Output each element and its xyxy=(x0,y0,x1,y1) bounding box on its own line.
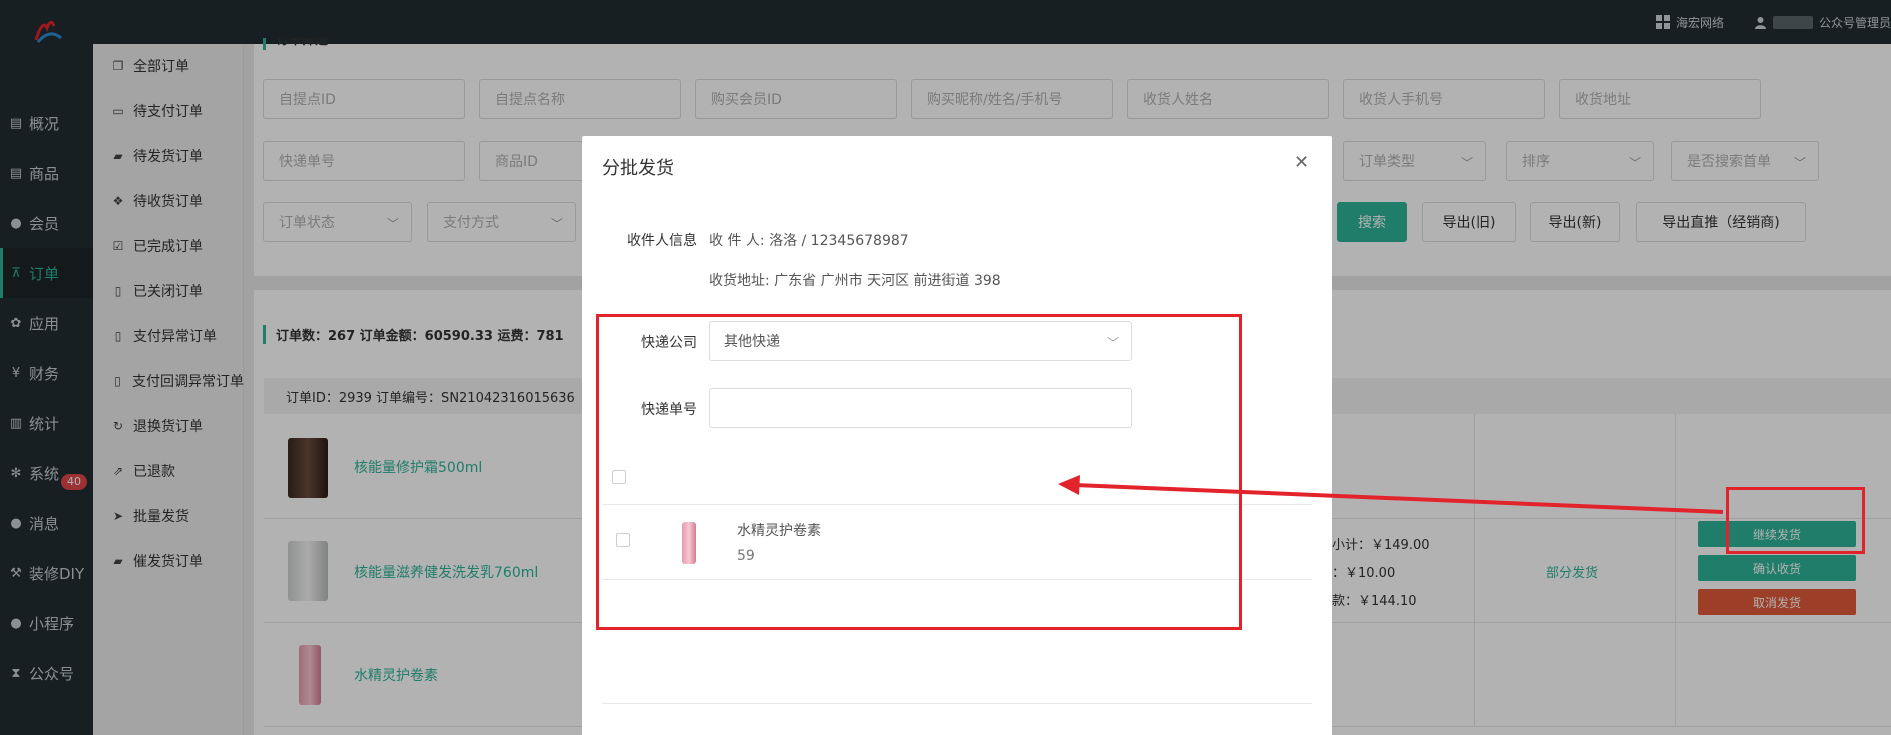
annotation-arrow xyxy=(1058,475,1724,514)
app: 海宏网络 公众号管理员 ▤ 概况 ▤ 商品 ● 会员 ⊼ 订单 ✿ 应用 ¥ 财务 ▥ 统计 … xyxy=(0,0,1891,735)
